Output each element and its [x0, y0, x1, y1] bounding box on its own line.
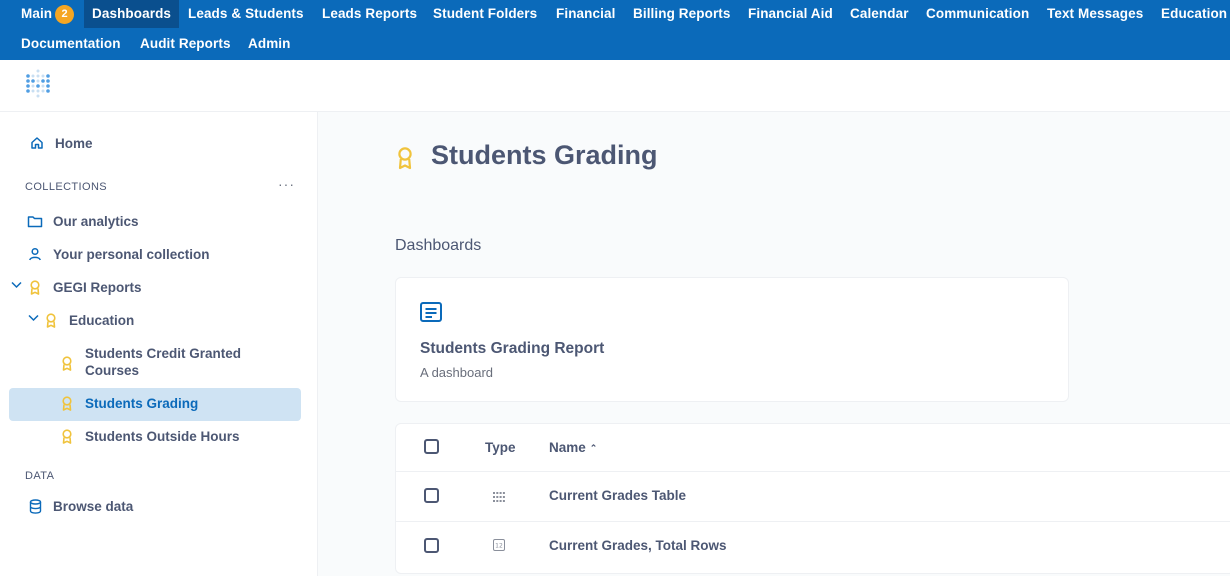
sidebar: Home COLLECTIONS ··· Our analytics Your … [0, 112, 318, 576]
nav-billing-reports[interactable]: Billing Reports [633, 0, 731, 28]
nav-student-folders[interactable]: Student Folders [433, 0, 537, 28]
collections-heading: COLLECTIONS [25, 181, 108, 193]
nav-admin[interactable]: Admin [248, 30, 291, 58]
logo-bar [0, 60, 1230, 112]
metabase-logo[interactable] [24, 68, 52, 105]
sidebar-item-gegi-reports[interactable]: GEGI Reports [27, 279, 142, 295]
database-icon [27, 498, 43, 514]
dashboard-card-description: A dashboard [420, 365, 494, 380]
more-options-icon[interactable]: ··· [278, 176, 295, 192]
table-row[interactable]: 12 Current Grades, Total Rows [396, 522, 1230, 572]
sidebar-item-label: Students Credit Granted Courses [85, 346, 242, 378]
number-icon: 12 [493, 538, 505, 556]
nav-education[interactable]: Education [1161, 0, 1227, 28]
dashboard-icon [420, 302, 442, 327]
select-all-checkbox[interactable] [424, 439, 439, 454]
nav-leads-students[interactable]: Leads & Students [188, 0, 304, 28]
sidebar-item-students-grading[interactable]: Students Grading [59, 395, 198, 411]
grid-icon [493, 489, 505, 507]
dashboards-section-label: Dashboards [395, 237, 482, 254]
name-column-label: Name [549, 440, 586, 455]
sidebar-item-label: Students Outside Hours [85, 428, 240, 444]
sidebar-item-our-analytics[interactable]: Our analytics [27, 213, 139, 229]
table-header: Type Name ⌃ [396, 424, 1230, 472]
nav-calendar[interactable]: Calendar [850, 0, 909, 28]
badge-icon [27, 279, 43, 295]
dashboard-card[interactable]: Students Grading Report A dashboard [395, 277, 1069, 402]
chevron-down-icon[interactable] [28, 313, 39, 325]
nav-text-messages[interactable]: Text Messages [1047, 0, 1143, 28]
sidebar-item-browse-data[interactable]: Browse data [27, 498, 133, 514]
sidebar-item-label: Home [55, 135, 93, 151]
items-table: Type Name ⌃ Current Grades Table 12 Curre… [395, 423, 1230, 574]
person-icon [27, 246, 43, 262]
svg-text:12: 12 [495, 543, 503, 550]
row-name[interactable]: Current Grades Table [549, 488, 686, 503]
sidebar-item-students-credit-granted[interactable]: Students Credit Granted Courses [59, 345, 259, 379]
badge-icon [59, 428, 75, 444]
folder-icon [27, 213, 43, 229]
row-checkbox[interactable] [424, 488, 439, 503]
data-heading: DATA [25, 470, 55, 482]
nav-audit-reports[interactable]: Audit Reports [140, 30, 231, 58]
dashboard-card-title: Students Grading Report [420, 340, 605, 357]
nav-main[interactable]: Main 2 [21, 0, 75, 28]
page-title: Students Grading [431, 140, 658, 170]
chevron-down-icon[interactable] [11, 280, 22, 292]
nav-communication[interactable]: Communication [926, 0, 1029, 28]
badge-icon [43, 312, 59, 328]
home-icon [29, 135, 45, 151]
name-column-header[interactable]: Name ⌃ [549, 440, 597, 455]
sort-ascending-icon: ⌃ [589, 443, 598, 453]
sidebar-item-students-outside-hours[interactable]: Students Outside Hours [59, 428, 240, 444]
badge-icon [59, 355, 75, 371]
sidebar-item-label: Your personal collection [53, 246, 210, 262]
sidebar-item-home[interactable]: Home [29, 135, 93, 151]
sidebar-item-label: Browse data [53, 498, 134, 514]
row-name[interactable]: Current Grades, Total Rows [549, 538, 727, 553]
nav-financial[interactable]: Financial [556, 0, 615, 28]
row-checkbox[interactable] [424, 538, 439, 553]
sidebar-item-label: Our analytics [53, 213, 139, 229]
sidebar-item-label: Education [69, 312, 135, 328]
notification-badge: 2 [55, 5, 75, 24]
badge-icon [396, 146, 414, 175]
sidebar-item-label: GEGI Reports [53, 279, 142, 295]
nav-main-label: Main [21, 6, 53, 21]
badge-icon [59, 395, 75, 411]
sidebar-item-personal-collection[interactable]: Your personal collection [27, 246, 210, 262]
sidebar-item-education[interactable]: Education [43, 312, 134, 328]
nav-documentation[interactable]: Documentation [21, 30, 121, 58]
top-navigation: Main 2 Dashboards Leads & Students Leads … [0, 0, 1230, 60]
nav-dashboards[interactable]: Dashboards [84, 0, 180, 28]
nav-financial-aid[interactable]: Financial Aid [748, 0, 833, 28]
table-row[interactable]: Current Grades Table [396, 472, 1230, 522]
type-column-header[interactable]: Type [485, 440, 516, 455]
sidebar-item-label: Students Grading [85, 395, 199, 411]
nav-leads-reports[interactable]: Leads Reports [322, 0, 417, 28]
